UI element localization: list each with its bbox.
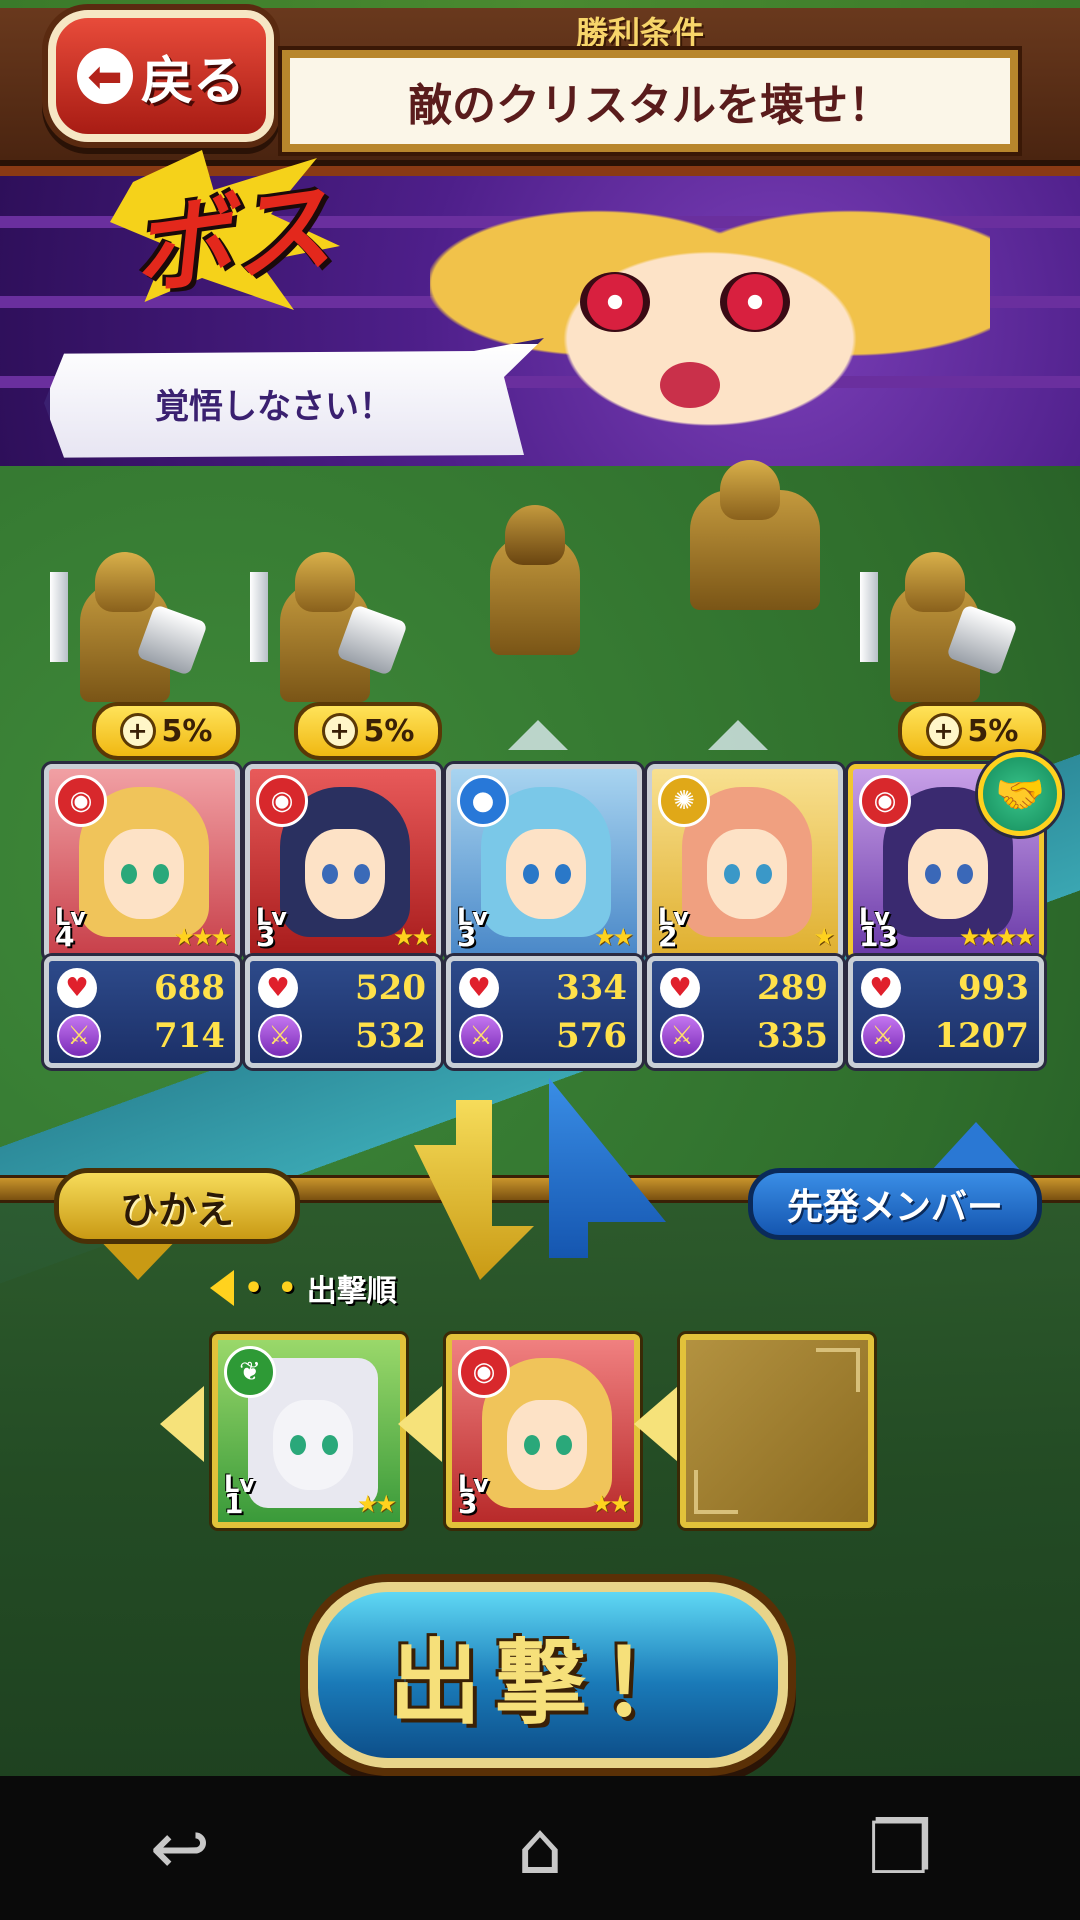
fire-element-icon: ◉ [458, 1346, 510, 1398]
heart-icon: ♥ [258, 968, 298, 1008]
attack-value: 714 [154, 1016, 225, 1056]
nav-home-icon[interactable]: ⌂ [480, 1798, 600, 1898]
light-element-icon: ✺ [658, 775, 710, 827]
plus-icon: + [321, 713, 358, 749]
boss-speech-bubble: 覚悟しなさい！ [44, 338, 544, 458]
hp-value: 688 [154, 968, 225, 1008]
enemy-knight [50, 552, 208, 722]
water-element-icon: ● [457, 775, 509, 827]
heart-icon: ♥ [459, 968, 499, 1008]
win-condition-text: 敵のクリスタルを壊せ！ [282, 50, 1018, 152]
wind-element-icon: ❦ [224, 1346, 276, 1398]
heart-icon: ♥ [660, 968, 700, 1008]
system-nav-bar: ↩ ⌂ ❐ [0, 1776, 1080, 1920]
rarity-stars: ★★★ [173, 923, 232, 951]
enemy-knight [860, 552, 1018, 722]
boss-mouth-icon [660, 362, 720, 408]
order-arrow-icon [210, 1270, 234, 1306]
friend-handshake-icon: 🤝 [978, 752, 1062, 836]
starter-unit-card[interactable]: ◉ Lv 4 ★★★ [44, 764, 240, 960]
fire-element-icon: ◉ [55, 775, 107, 827]
plus-icon: + [119, 713, 156, 749]
rarity-stars: ★★ [356, 1490, 397, 1518]
order-dots: • • [244, 1270, 299, 1306]
bonus-value: 5% [363, 713, 415, 749]
starter-unit-card[interactable]: ✺ Lv 2 ★ [647, 764, 843, 960]
rarity-stars: ★★ [593, 923, 634, 951]
order-chevron-icon [398, 1386, 442, 1462]
arrow-up-icon [932, 1122, 1020, 1170]
sword-icon: ⚔ [861, 1014, 905, 1058]
sortie-order-label: • • 出撃順 [210, 1266, 420, 1310]
sword-icon: ⚔ [57, 1014, 101, 1058]
unit-stat-card: ♥ 993 ⚔ 1207 [848, 956, 1044, 1068]
heart-icon: ♥ [57, 968, 97, 1008]
unit-stat-card: ♥ 688 ⚔ 714 [44, 956, 240, 1068]
attack-value: 1207 [934, 1016, 1029, 1056]
reserve-label: ひかえ [54, 1168, 300, 1244]
back-button[interactable]: ⬅ 戻る [48, 10, 274, 142]
rarity-stars: ★ [813, 923, 834, 951]
bonus-value: 5% [967, 713, 1019, 749]
rarity-stars: ★★★★ [958, 923, 1036, 951]
back-button-label: 戻る [140, 51, 245, 112]
order-text: 出撃順 [306, 1274, 397, 1309]
hp-value: 289 [757, 968, 828, 1008]
attack-bonus-badge: + 5% [294, 702, 442, 760]
order-chevron-icon [634, 1386, 678, 1462]
unit-stat-card: ♥ 334 ⚔ 576 [446, 956, 642, 1068]
enemy-armored-golem [660, 460, 850, 630]
arrow-left-icon: ⬅ [76, 48, 133, 104]
enemy-hooded-mage [460, 505, 610, 675]
nav-back-icon[interactable]: ↩ [120, 1798, 240, 1898]
reserve-unit-card[interactable]: ◉ Lv 3 ★★ [446, 1334, 640, 1528]
hp-value: 520 [355, 968, 426, 1008]
level-value: 3 [458, 1487, 478, 1520]
unit-stat-card: ♥ 520 ⚔ 532 [245, 956, 441, 1068]
boss-eye-icon [580, 272, 650, 332]
level-value: 4 [55, 920, 75, 953]
fire-element-icon: ◉ [256, 775, 308, 827]
target-pointer-icon [708, 720, 768, 750]
bonus-value: 5% [161, 713, 213, 749]
nav-recents-icon[interactable]: ❐ [840, 1798, 960, 1898]
attack-bonus-badge: + 5% [92, 702, 240, 760]
level-value: 2 [658, 920, 678, 953]
sword-icon: ⚔ [258, 1014, 302, 1058]
unit-stat-card: ♥ 289 ⚔ 335 [647, 956, 843, 1068]
starter-members-label: 先発メンバー [748, 1168, 1042, 1240]
fire-element-icon: ◉ [859, 775, 911, 827]
level-value: 1 [224, 1487, 244, 1520]
boss-eye-icon [720, 272, 790, 332]
reserve-unit-card[interactable]: ❦ Lv 1 ★★ [212, 1334, 406, 1528]
attack-value: 335 [757, 1016, 828, 1056]
attack-value: 576 [556, 1016, 627, 1056]
starter-unit-card[interactable]: ● Lv 3 ★★ [446, 764, 642, 960]
rarity-stars: ★★ [392, 923, 433, 951]
level-value: 3 [256, 920, 276, 953]
sword-icon: ⚔ [459, 1014, 503, 1058]
empty-reserve-slot[interactable] [680, 1334, 874, 1528]
order-chevron-icon [160, 1386, 204, 1462]
plus-icon: + [925, 713, 962, 749]
sword-icon: ⚔ [660, 1014, 704, 1058]
attack-value: 532 [355, 1016, 426, 1056]
heart-icon: ♥ [861, 968, 901, 1008]
boss-badge-text: ボス [124, 167, 339, 311]
level-value: 13 [859, 920, 898, 953]
level-value: 3 [457, 920, 477, 953]
sortie-button[interactable]: 出撃！ [308, 1582, 788, 1768]
hp-value: 334 [556, 968, 627, 1008]
enemy-knight [250, 552, 408, 722]
starter-unit-card[interactable]: ◉ Lv 3 ★★ [245, 764, 441, 960]
rarity-stars: ★★ [590, 1490, 631, 1518]
hp-value: 993 [958, 968, 1029, 1008]
boss-portrait [430, 172, 990, 450]
win-condition-label: 勝利条件 [575, 14, 704, 52]
target-pointer-icon [508, 720, 568, 750]
